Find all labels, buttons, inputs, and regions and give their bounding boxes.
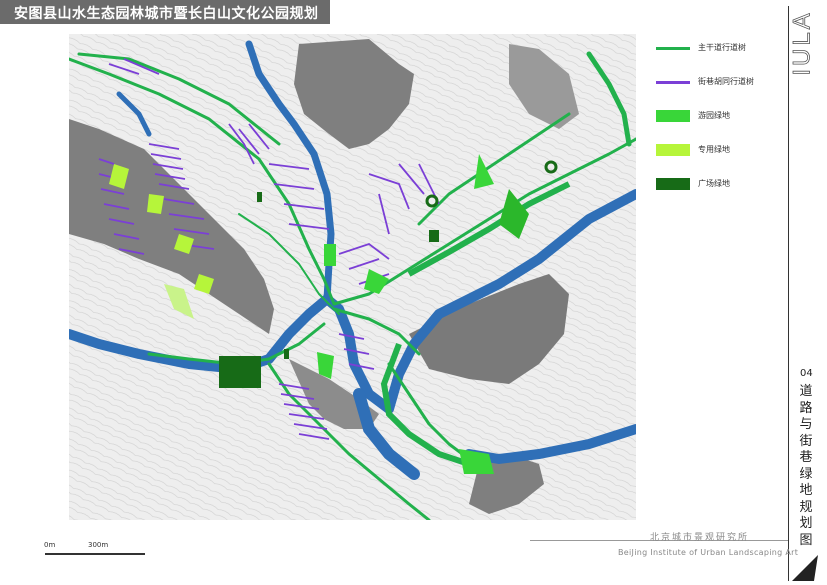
map-canvas[interactable] <box>69 34 636 520</box>
plaza-block-3 <box>257 192 262 202</box>
sheet-title: 道路与街巷绿地规划图 <box>799 384 813 548</box>
map-title: 安图县山水生态园林城市暨长白山文化公园规划 <box>14 6 319 22</box>
park-block-1 <box>324 244 336 266</box>
organization-name-cn: 北京城市景观研究所 <box>650 533 750 543</box>
legend-label-plaza: 广场绿地 <box>698 179 730 188</box>
plaza-block-1 <box>219 356 261 388</box>
special-block-2 <box>147 194 164 214</box>
organization-name-en: BeiJing Institute of Urban Landscaping A… <box>618 548 799 557</box>
plaza-block-4 <box>284 349 289 359</box>
corner-arrow-icon <box>792 555 818 581</box>
legend-swatch-main-road <box>656 47 690 50</box>
scale-end-label: 300m <box>88 541 109 549</box>
legend-label-alley: 街巷胡同行道树 <box>698 77 754 86</box>
sheet-number: 04 <box>800 368 813 379</box>
side-divider <box>788 6 789 581</box>
scale-bar: 0m 300m <box>28 541 148 559</box>
legend-label-special: 专用绿地 <box>698 145 730 154</box>
scale-bar-graphic <box>45 553 145 555</box>
legend-label-park: 游园绿地 <box>698 111 730 120</box>
legend-swatch-special <box>656 144 690 156</box>
iula-logo: IULA <box>789 10 816 76</box>
plaza-block-2 <box>429 230 439 242</box>
scale-start-label: 0m <box>44 541 56 549</box>
legend-swatch-alley <box>656 81 690 84</box>
legend-swatch-plaza <box>656 178 690 190</box>
map-drawing <box>69 34 636 520</box>
title-bar: 安图县山水生态园林城市暨长白山文化公园规划 <box>0 0 330 24</box>
legend-label-main-road: 主干道行道树 <box>698 43 746 52</box>
iula-logo-text: IULA <box>789 10 815 75</box>
legend-swatch-park <box>656 110 690 122</box>
